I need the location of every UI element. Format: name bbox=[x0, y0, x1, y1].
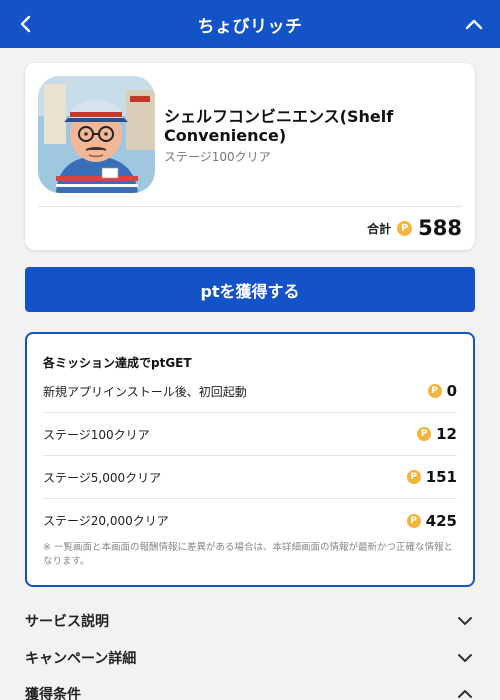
accordion-label: キャンペーン詳細 bbox=[25, 651, 137, 667]
point-coin-icon: P bbox=[397, 220, 413, 236]
page-title: ちょびリッチ bbox=[197, 16, 303, 37]
total-value: 588 bbox=[418, 216, 462, 240]
point-coin-icon: P bbox=[406, 513, 421, 528]
app-name: シェルフコンビニエンス(Shelf Convenience) bbox=[164, 107, 394, 145]
mission-points: 12 bbox=[436, 425, 457, 443]
chevron-up-icon bbox=[465, 19, 483, 30]
mission-row: ステージ100クリア P 12 bbox=[43, 413, 457, 456]
accordion-label: サービス説明 bbox=[25, 614, 109, 630]
mission-label: ステージ100クリア bbox=[43, 427, 150, 442]
app-subtitle: ステージ100クリア bbox=[164, 150, 271, 164]
point-coin-icon: P bbox=[427, 384, 442, 398]
mission-label: ステージ5,000クリア bbox=[43, 470, 162, 485]
accordion-label: 獲得条件 bbox=[25, 687, 81, 700]
chevron-left-icon bbox=[20, 15, 31, 33]
get-points-button[interactable]: ptを獲得する bbox=[25, 267, 475, 312]
chevron-down-icon bbox=[455, 611, 475, 631]
divider bbox=[38, 206, 462, 207]
point-coin-icon: P bbox=[406, 470, 421, 484]
app-icon bbox=[38, 76, 155, 193]
mission-row: ステージ20,000クリア P 425 bbox=[43, 499, 457, 542]
accordion-campaign-details[interactable]: キャンペーン詳細 bbox=[25, 640, 475, 676]
total-label: 合計 bbox=[367, 221, 392, 236]
chevron-down-icon bbox=[455, 648, 475, 668]
disclaimer-note: ※ 一覧画面と本画面の報酬情報に差異がある場合は、本詳細画面の情報が最新かつ正確… bbox=[43, 542, 453, 567]
point-coin-icon: P bbox=[417, 427, 432, 441]
chevron-up-icon bbox=[455, 684, 475, 700]
mission-label: 新規アプリインストール後、初回起動 bbox=[43, 384, 247, 399]
app-card: シェルフコンビニエンス(Shelf Convenience) ステージ100クリ… bbox=[25, 63, 475, 250]
total-points: 合計 P 588 bbox=[367, 216, 462, 240]
collapse-button[interactable] bbox=[460, 10, 488, 38]
mission-points: 151 bbox=[425, 468, 457, 486]
mission-row: ステージ5,000クリア P 151 bbox=[43, 456, 457, 499]
missions-heading: 各ミッション達成でptGET bbox=[43, 356, 192, 370]
mission-points: 0 bbox=[446, 382, 457, 400]
accordion-service-description[interactable]: サービス説明 bbox=[25, 603, 475, 639]
missions-panel: 各ミッション達成でptGET 新規アプリインストール後、初回起動 P0 ステージ… bbox=[25, 332, 475, 587]
mission-row: 新規アプリインストール後、初回起動 P0 bbox=[43, 370, 457, 413]
mission-points: 425 bbox=[425, 511, 457, 530]
back-button[interactable] bbox=[12, 10, 40, 38]
mission-label: ステージ20,000クリア bbox=[43, 514, 169, 528]
accordion-acquisition-conditions[interactable]: 獲得条件 bbox=[25, 676, 475, 700]
top-bar: ちょびリッチ bbox=[0, 0, 500, 48]
